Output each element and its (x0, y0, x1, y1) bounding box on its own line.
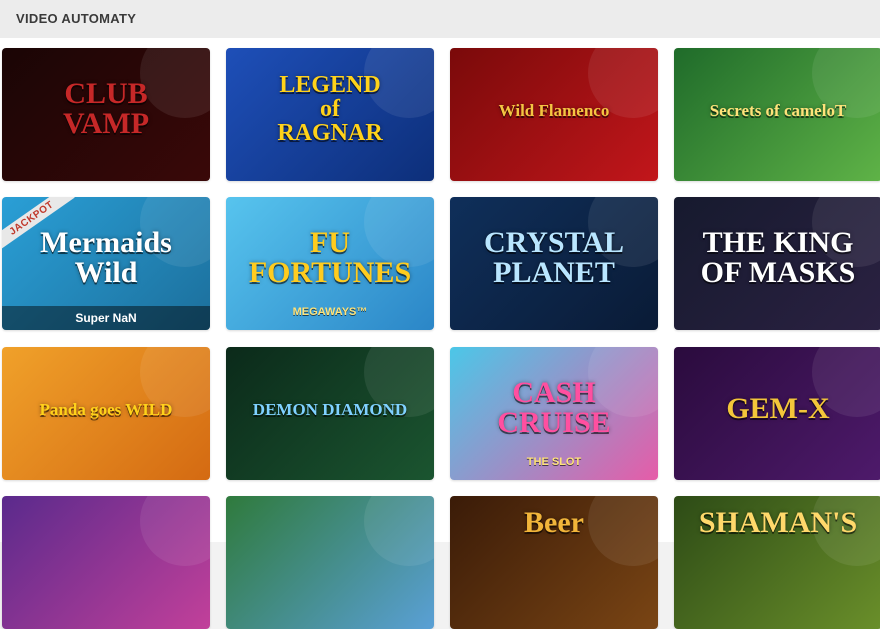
game-title: Wild Flamenco (498, 100, 610, 120)
game-tile[interactable]: THE KING OF MASKS (674, 197, 880, 330)
game-title: SHAMAN'S (698, 506, 858, 539)
game-title: DEMON DIAMOND (252, 399, 408, 419)
game-title: LEGEND of RAGNAR (277, 71, 383, 146)
game-tile[interactable]: CASH CRUISE THE SLOT (450, 347, 658, 480)
game-tile[interactable] (2, 496, 210, 629)
game-tile[interactable]: Mermaids Wild JACKPOT Super NaN (2, 197, 210, 330)
game-title: CASH CRUISE (497, 376, 611, 439)
game-tile[interactable]: GEM-X (674, 347, 880, 480)
game-tile[interactable]: LEGEND of RAGNAR (226, 48, 434, 181)
game-title: Panda goes WILD (39, 399, 173, 419)
game-tile[interactable]: CLUB VAMP (2, 48, 210, 181)
section-title: VIDEO AUTOMATY (16, 11, 137, 26)
game-tile[interactable]: SHAMAN'S (674, 496, 880, 629)
game-title: THE KING OF MASKS (700, 226, 856, 289)
game-tile[interactable]: CRYSTAL PLANET (450, 197, 658, 330)
game-tile[interactable]: FU FORTUNES MEGAWAYS™ (226, 197, 434, 330)
game-tile[interactable]: Beer (450, 496, 658, 629)
game-title: Secrets of cameloT (709, 100, 847, 120)
game-subtitle: THE SLOT (526, 456, 582, 468)
game-tile[interactable]: Secrets of cameloT (674, 48, 880, 181)
games-grid: CLUB VAMP LEGEND of RAGNAR Wild Flamenco Se… (0, 38, 880, 629)
game-tile[interactable]: DEMON DIAMOND (226, 347, 434, 480)
game-tile[interactable] (226, 496, 434, 629)
game-title: Mermaids Wild (40, 226, 172, 289)
section-header: VIDEO AUTOMATY (0, 0, 880, 39)
game-tile[interactable]: Wild Flamenco (450, 48, 658, 181)
game-title: CLUB VAMP (62, 77, 150, 140)
game-title: FU FORTUNES (248, 226, 412, 289)
game-title: CRYSTAL PLANET (483, 226, 625, 289)
game-title: Beer (524, 506, 584, 539)
jackpot-caption: Super NaN (2, 306, 210, 330)
game-subtitle: MEGAWAYS™ (292, 306, 368, 318)
game-tile[interactable]: Panda goes WILD (2, 347, 210, 480)
game-title: GEM-X (726, 391, 830, 425)
